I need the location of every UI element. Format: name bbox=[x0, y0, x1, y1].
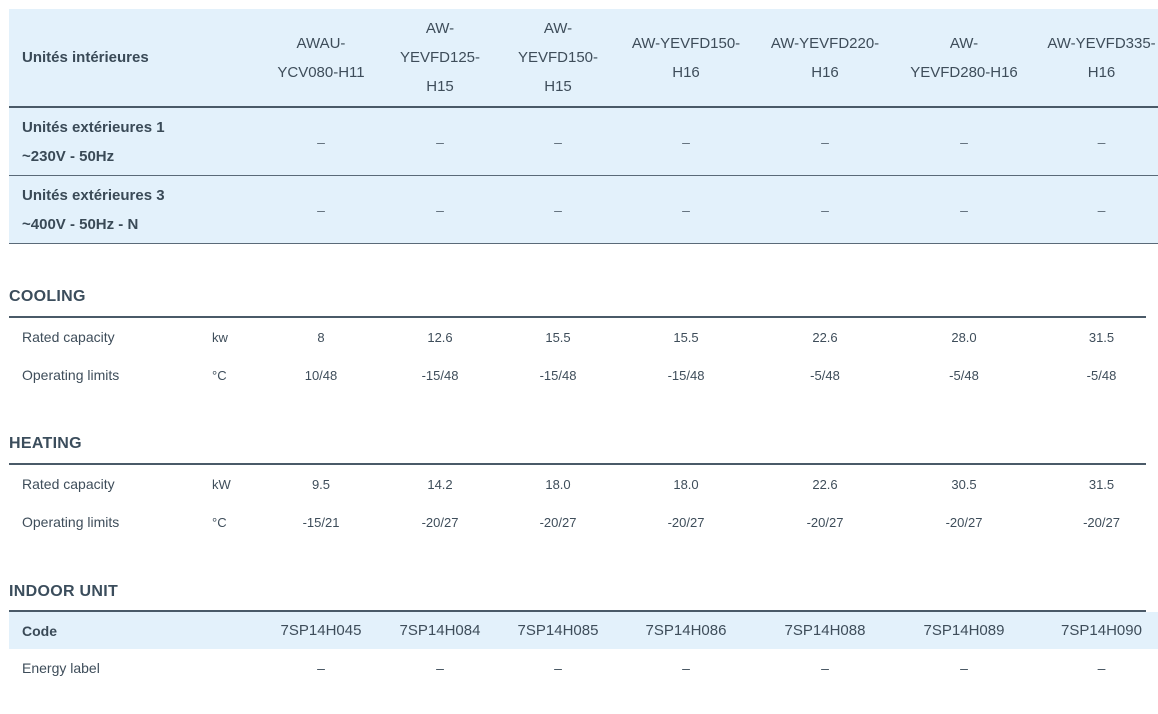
outdoor-value: – bbox=[622, 175, 750, 244]
outdoor-value: – bbox=[256, 175, 386, 244]
outdoor-row: Unités extérieures 3 ~400V - 50Hz - N – –… bbox=[9, 175, 1158, 244]
spec-value: 15.5 bbox=[673, 329, 699, 345]
outdoor-row: Unités extérieures 1 ~230V - 50Hz – – – –… bbox=[9, 107, 1158, 176]
spec-value: 10/48 bbox=[304, 367, 338, 383]
code-value: 7SP14H086 bbox=[645, 622, 727, 639]
spec-value: -20/27 bbox=[667, 514, 705, 530]
spec-unit: kW bbox=[212, 476, 231, 492]
models-header-row: Unités intérieures AWAU- YCV080-H11 AW- YE… bbox=[9, 9, 1158, 108]
table-row: Operating limits °C -15/21 -20/27 -20/27… bbox=[9, 503, 1158, 541]
spec-value: -5/48 bbox=[949, 367, 979, 383]
energy-label: Energy label bbox=[22, 659, 100, 676]
energy-value: – bbox=[317, 659, 325, 676]
model-header: AW- YEVFD125- H15 bbox=[386, 9, 494, 108]
spec-label: Operating limits bbox=[22, 367, 120, 383]
spec-value: -5/48 bbox=[810, 367, 840, 383]
spec-value: -15/48 bbox=[667, 367, 705, 383]
energy-value: – bbox=[821, 659, 829, 676]
spec-value: 31.5 bbox=[1088, 329, 1115, 345]
spec-value: 22.6 bbox=[812, 476, 838, 492]
indoor-units-label: Unités intérieures bbox=[9, 9, 212, 108]
spec-value: 15.5 bbox=[545, 329, 571, 345]
code-value: 7SP14H089 bbox=[923, 622, 1005, 639]
spec-value: -5/48 bbox=[1086, 367, 1117, 383]
spec-unit: °C bbox=[212, 367, 227, 383]
spec-label: Rated capacity bbox=[22, 329, 115, 345]
heating-table: Rated capacity kW 9.5 14.2 18.0 18.0 22.… bbox=[9, 465, 1158, 541]
outdoor-value: – bbox=[900, 107, 1028, 176]
table-row: Operating limits °C 10/48 -15/48 -15/48 … bbox=[9, 356, 1158, 394]
outdoor-value: – bbox=[622, 107, 750, 176]
outdoor-value: – bbox=[750, 107, 900, 176]
spec-value: -20/27 bbox=[945, 514, 983, 530]
cooling-title: COOLING bbox=[9, 288, 86, 305]
table-row: Rated capacity kw 8 12.6 15.5 15.5 22.6 … bbox=[9, 318, 1158, 356]
indoor-unit-title: INDOOR UNIT bbox=[9, 583, 119, 600]
indoor-unit-table: Code 7SP14H045 7SP14H084 7SP14H085 7SP14… bbox=[9, 612, 1158, 686]
spec-value: -15/21 bbox=[302, 514, 340, 530]
outdoor-value: – bbox=[256, 107, 386, 176]
spec-value: -20/27 bbox=[421, 514, 459, 530]
model-header: AWAU- YCV080-H11 bbox=[256, 9, 386, 108]
outdoor-value: – bbox=[386, 107, 494, 176]
model-header: AW-YEVFD150- H16 bbox=[622, 9, 750, 108]
heating-title: HEATING bbox=[9, 435, 82, 452]
code-value: 7SP14H084 bbox=[399, 622, 481, 639]
code-label: Code bbox=[22, 622, 57, 639]
spec-label: Operating limits bbox=[22, 514, 120, 530]
outdoor-value: – bbox=[1028, 175, 1158, 244]
spec-value: 31.5 bbox=[1088, 476, 1115, 492]
spec-value: 30.5 bbox=[951, 476, 977, 492]
model-header: AW-YEVFD335- H16 bbox=[1028, 9, 1158, 108]
spec-value: 14.2 bbox=[427, 476, 453, 492]
spec-value: 18.0 bbox=[673, 476, 699, 492]
code-value: 7SP14H088 bbox=[784, 622, 866, 639]
table-row: Energy label – – – – – – – bbox=[9, 649, 1158, 686]
spec-value: 28.0 bbox=[951, 329, 977, 345]
energy-value: – bbox=[960, 659, 968, 676]
cooling-table: Rated capacity kw 8 12.6 15.5 15.5 22.6 … bbox=[9, 318, 1158, 394]
spec-value: 12.6 bbox=[427, 329, 453, 345]
spec-unit: kw bbox=[212, 329, 228, 345]
energy-value: – bbox=[436, 659, 444, 676]
model-header: AW- YEVFD150- H15 bbox=[494, 9, 622, 108]
table-row: Rated capacity kW 9.5 14.2 18.0 18.0 22.… bbox=[9, 465, 1158, 503]
models-table: Unités intérieures AWAU- YCV080-H11 AW- YE… bbox=[9, 9, 1158, 244]
spec-value: -15/48 bbox=[539, 367, 577, 383]
outdoor-value: – bbox=[494, 175, 622, 244]
outdoor-value: – bbox=[900, 175, 1028, 244]
outdoor-value: – bbox=[1028, 107, 1158, 176]
table-row: Code 7SP14H045 7SP14H084 7SP14H085 7SP14… bbox=[9, 612, 1158, 649]
spec-value: -20/27 bbox=[806, 514, 844, 530]
code-value: 7SP14H045 bbox=[280, 622, 362, 639]
code-value: 7SP14H085 bbox=[517, 622, 599, 639]
outdoor-value: – bbox=[494, 107, 622, 176]
model-header: AW- YEVFD280-H16 bbox=[900, 9, 1028, 108]
outdoor-value: – bbox=[750, 175, 900, 244]
spec-unit: °C bbox=[212, 514, 227, 530]
code-value: 7SP14H090 bbox=[1061, 622, 1142, 639]
spec-value: 18.0 bbox=[545, 476, 571, 492]
spec-value: -20/27 bbox=[1083, 514, 1120, 530]
energy-value: – bbox=[1097, 659, 1106, 676]
spec-value: -20/27 bbox=[539, 514, 577, 530]
outdoor-label: Unités extérieures 1 ~230V - 50Hz bbox=[9, 107, 212, 176]
spec-label: Rated capacity bbox=[22, 476, 115, 492]
energy-value: – bbox=[554, 659, 562, 676]
energy-value: – bbox=[682, 659, 690, 676]
outdoor-label: Unités extérieures 3 ~400V - 50Hz - N bbox=[9, 175, 212, 244]
spec-value: 9.5 bbox=[311, 476, 331, 492]
spec-value: -15/48 bbox=[421, 367, 459, 383]
spec-value: 8 bbox=[317, 329, 325, 345]
model-header: AW-YEVFD220- H16 bbox=[750, 9, 900, 108]
outdoor-value: – bbox=[386, 175, 494, 244]
spec-value: 22.6 bbox=[812, 329, 838, 345]
